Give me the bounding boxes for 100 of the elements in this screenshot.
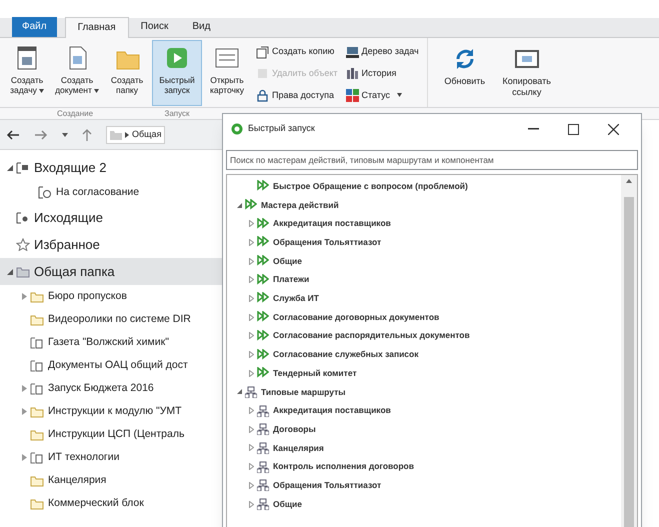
lock-icon [256,88,269,102]
tree-item[interactable]: Аккредитация поставщиков [227,401,621,420]
forward-arrow-icon [34,130,48,140]
tree-item[interactable]: Общие [227,252,621,270]
folder-icon [30,405,44,418]
double-arrow-icon [257,180,269,192]
group-label: Запуск [163,108,191,119]
folder-item[interactable]: Документы ОАЦ общий дост [0,354,222,377]
folder-item[interactable]: Коммерческий блок [0,492,222,515]
tree-item[interactable]: Платежи [227,270,621,290]
ribbon-button[interactable]: Быстрый запуск [152,40,202,106]
tree-item[interactable]: Мастера действий [227,196,621,214]
folder-item[interactable]: Входящие 2 [0,154,222,181]
ribbon-tab[interactable]: Главная [64,17,129,38]
group-label: Создание [56,108,94,119]
clock-folder-icon [38,186,52,199]
maximize-icon [568,124,578,134]
ribbon-button[interactable]: Создать копию [256,42,338,62]
route-diagram-icon [257,479,269,492]
tree-item[interactable]: Быстрое Обращение с вопросом (проблемой) [227,177,621,196]
scroll-up-icon [626,179,632,183]
ribbon-button[interactable]: Статус [346,85,419,106]
ribbon-button[interactable]: Копировать ссылку [496,40,558,106]
route-diagram-icon [257,404,269,417]
search-field[interactable]: Поиск по мастерам действий, типовым маршрутам и компонентам [226,150,638,170]
document-folder-icon [30,382,44,395]
double-arrow-icon [257,367,269,380]
folder-icon [30,290,44,303]
inbox-icon [16,161,30,174]
tree-item[interactable]: Согласование договорных документов [227,308,621,326]
double-arrow-icon [245,199,257,212]
tree-item[interactable]: Тендерный комитет [227,364,621,383]
double-arrow-icon [257,218,269,230]
ribbon-button[interactable]: Создать задачу [2,40,52,106]
status-grid-icon [346,88,359,102]
back-arrow-icon [6,130,20,140]
folder-item[interactable]: Инструкции ЦСП (Централь [0,423,222,446]
tree-item[interactable]: Служба ИТ [227,289,621,308]
folder-icon [30,497,44,510]
route-diagram-icon [257,498,269,510]
tree-item[interactable]: Канцелярия [227,438,621,458]
route-diagram-icon [257,423,269,436]
ribbon-tab[interactable]: Вид [180,17,222,37]
document-folder-icon [30,359,44,372]
document-folder-icon [30,336,44,349]
ribbon-button[interactable]: Открыть карточку [202,40,252,106]
document-folder-icon [30,451,44,464]
folder-icon [30,313,44,326]
folder-item[interactable]: Канцелярия [0,469,222,492]
double-arrow-icon [257,292,269,304]
minimize-icon [528,128,538,130]
route-diagram-icon [257,442,269,454]
close-icon [608,124,618,134]
star-icon [16,238,30,251]
double-arrow-icon [257,348,269,361]
route-diagram-icon [245,386,257,398]
tree-item[interactable]: Аккредитация поставщиков [227,214,621,234]
caret-icon [62,132,68,138]
tree-item[interactable]: Обращения Тольяттиазот [227,476,621,495]
scrollbar[interactable] [621,175,637,527]
folder-item[interactable]: ИТ технологии [0,446,222,469]
ribbon-button[interactable]: Обновить [434,40,496,106]
folder-item[interactable]: Бюро пропусков [0,285,222,308]
breadcrumb-arrow-icon [125,132,129,138]
tree-item[interactable]: Согласование распорядительных документов [227,326,621,346]
ribbon-button[interactable]: Дерево задач [346,42,419,62]
ribbon-button[interactable]: История [346,64,419,84]
folder-item[interactable]: Запуск Бюджета 2016 [0,377,222,400]
tree-item[interactable]: Обращения Тольяттиазот [227,233,621,252]
double-arrow-icon [257,274,269,286]
dialog-title: Быстрый запуск [248,122,316,136]
folder-item[interactable]: Газета "Волжский химик" [0,331,222,354]
ribbon-button[interactable]: Права доступа [256,85,338,106]
copy-icon [256,46,269,58]
ribbon-button[interactable]: Создать папку [102,40,152,106]
ribbon-tab[interactable]: Файл [12,17,57,37]
double-arrow-icon [257,255,269,268]
folder-item[interactable]: Избранное [0,231,222,258]
tree-item[interactable]: Согласование служебных записок [227,345,621,364]
tree-item[interactable]: Типовые маршруты [227,382,621,402]
double-arrow-icon [257,311,269,324]
folder-item[interactable]: Исходящие [0,204,222,231]
ribbon-tab[interactable]: Поиск [128,17,180,37]
ribbon-button[interactable]: Создать документ [52,40,102,106]
scrollbar-thumb[interactable] [624,197,634,527]
folder-item[interactable]: На согласование [0,181,222,204]
folder-icon [110,130,122,140]
up-arrow-icon [82,128,92,140]
folder-item[interactable]: Общая папка [0,258,222,285]
breadcrumb[interactable]: Общая [106,126,166,144]
tree-item[interactable]: Договоры [227,420,621,439]
outbox-icon [16,211,30,224]
bars-icon [346,67,359,80]
folder-item[interactable]: Инструкции к модулю "УМТ [0,400,222,423]
delete-icon [256,67,269,80]
folder-item[interactable]: Видеоролики по системе DIR [0,308,222,331]
tree-item[interactable]: Общие [227,494,621,514]
computer-icon [346,46,359,58]
tree-item[interactable]: Контроль исполнения договоров [227,457,621,476]
folder-icon [30,428,44,441]
